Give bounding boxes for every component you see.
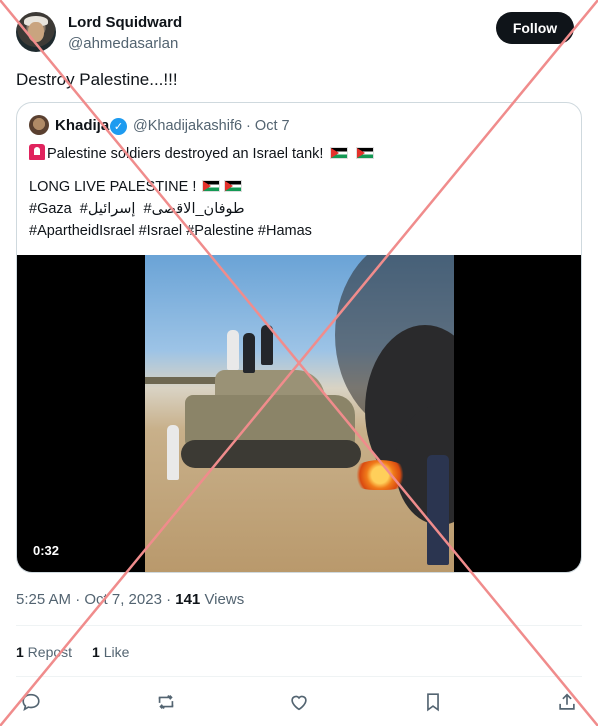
quoted-line-4[interactable]: #ApartheidIsrael #Israel #Palestine #Ham… — [29, 220, 376, 242]
palestine-flag-icon — [355, 147, 374, 159]
quoted-tweet[interactable]: Khadija ✓ @Khadijakashif6 · Oct 7 Palest… — [16, 102, 582, 573]
author-handle[interactable]: @ahmedasarlan — [68, 35, 178, 52]
palestine-flag-icon — [329, 147, 348, 159]
reposts-label: Repost — [23, 644, 73, 660]
hashtag-gaza[interactable]: #Gaza — [29, 201, 72, 217]
reply-icon[interactable] — [17, 688, 45, 716]
quoted-handle-date: @Khadijakashif6 · Oct 7 — [133, 118, 290, 134]
quoted-line-2: LONG LIVE PALESTINE ! — [29, 176, 376, 198]
quoted-line-1: Palestine soldiers destroyed an Israel t… — [29, 143, 376, 165]
hashtag-israel-arabic[interactable]: إسرائيل# — [80, 201, 136, 217]
hashtag-al-aqsa-flood[interactable]: طوفان_الاقصى# — [144, 201, 245, 217]
tank-gun — [145, 377, 225, 384]
repost-icon[interactable] — [152, 688, 180, 716]
palestine-flag-icon — [202, 180, 221, 192]
engagement-stats: 1 Repost 1 Like — [16, 644, 129, 660]
person — [167, 425, 179, 480]
bookmark-icon[interactable] — [419, 688, 447, 716]
video-frame — [145, 255, 454, 572]
verified-icon: ✓ — [110, 118, 127, 135]
author-display-name[interactable]: Lord Squidward — [68, 14, 182, 31]
quoted-line-3: #Gaza طوفان_الاقصى# إسرائيل# — [29, 198, 376, 220]
timestamp[interactable]: 5:25 AM · Oct 7, 2023 · — [16, 591, 175, 608]
reposts-stat[interactable]: 1 Repost — [16, 644, 72, 660]
video-duration: 0:32 — [33, 543, 60, 558]
views-label: Views — [200, 591, 245, 608]
palestine-flag-icon — [224, 180, 243, 192]
action-bar — [0, 688, 598, 716]
avatar-face — [28, 22, 44, 42]
quoted-text: Palestine soldiers destroyed an Israel t… — [29, 143, 376, 242]
person — [261, 325, 273, 365]
likes-label: Like — [99, 644, 130, 660]
divider — [16, 676, 582, 677]
share-icon[interactable] — [553, 688, 581, 716]
siren-icon — [29, 144, 45, 160]
quoted-line-2-text: LONG LIVE PALESTINE ! — [29, 179, 197, 195]
tank-tracks — [181, 440, 361, 468]
likes-stat[interactable]: 1 Like — [92, 644, 129, 660]
views-count: 141 — [175, 591, 201, 608]
follow-button[interactable]: Follow — [496, 12, 574, 44]
quoted-avatar[interactable] — [29, 115, 49, 135]
tweet-meta: 5:25 AM · Oct 7, 2023 · 141 Views — [16, 591, 244, 608]
fire — [350, 460, 410, 490]
person — [227, 330, 239, 370]
divider — [16, 625, 582, 626]
person — [427, 455, 449, 565]
quoted-line-1-text: Palestine soldiers destroyed an Israel t… — [47, 146, 324, 162]
person — [243, 333, 255, 373]
like-icon[interactable] — [285, 688, 313, 716]
tweet-text: Destroy Palestine...!!! — [16, 70, 178, 89]
likes-count: 1 — [92, 644, 100, 660]
quoted-author-name[interactable]: Khadija — [55, 117, 109, 134]
reposts-count: 1 — [16, 644, 24, 660]
tweet: Lord Squidward @ahmedasarlan Follow Dest… — [0, 0, 598, 726]
video-player[interactable]: 0:32 — [17, 255, 581, 572]
avatar[interactable] — [16, 12, 56, 52]
